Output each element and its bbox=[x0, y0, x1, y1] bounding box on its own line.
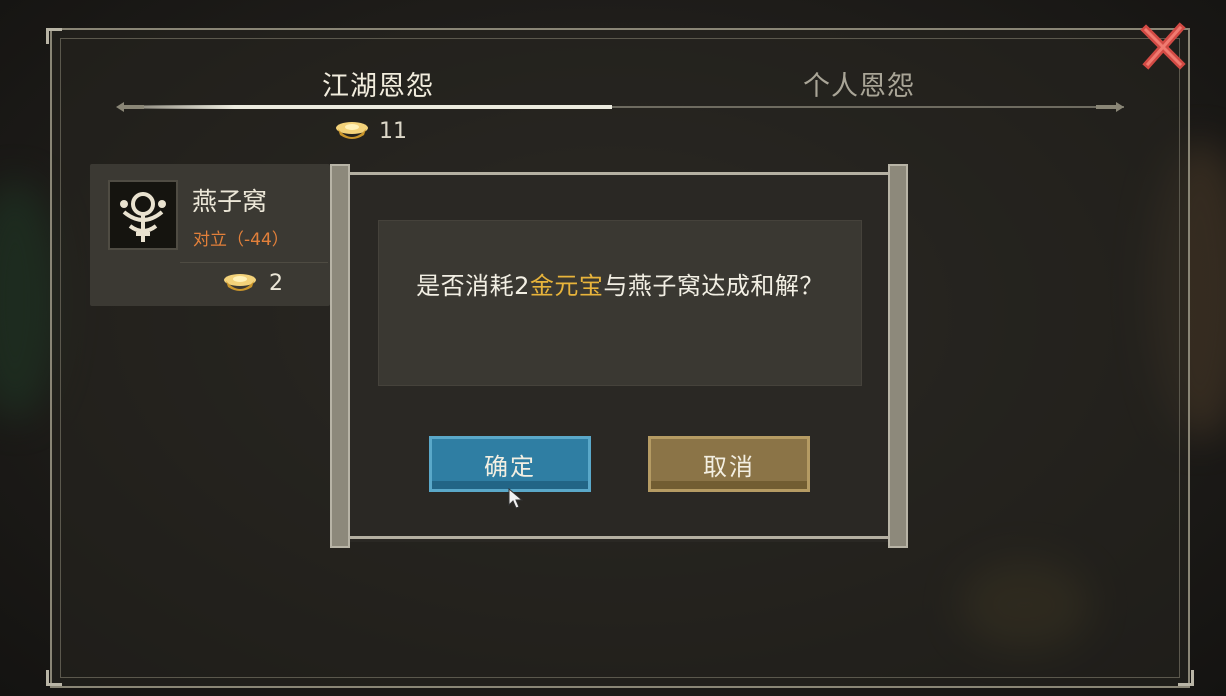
dialog-top-border bbox=[348, 172, 890, 175]
tab-personal-grudges[interactable]: 个人恩怨 bbox=[803, 64, 915, 103]
reconcile-cost: 2 bbox=[222, 270, 283, 296]
gold-ingot-icon bbox=[336, 122, 368, 139]
frame-corner bbox=[46, 28, 62, 44]
message-highlight: 金元宝 bbox=[529, 272, 604, 300]
message-text: 是否消耗2 bbox=[416, 272, 530, 300]
message-text-end: 与燕子窝达成和解？ bbox=[603, 272, 824, 300]
frame-corner bbox=[1178, 670, 1194, 686]
emblem-icon bbox=[120, 192, 166, 242]
tab-jianghu-grudges[interactable]: 江湖恩怨 bbox=[322, 64, 434, 103]
dialog-left-pillar bbox=[330, 164, 350, 548]
card-divider bbox=[180, 262, 328, 263]
faction-avatar bbox=[108, 180, 178, 250]
dialog-bottom-border bbox=[348, 536, 890, 539]
divider-ornament-icon bbox=[116, 102, 144, 112]
cost-amount: 2 bbox=[269, 270, 283, 296]
close-icon bbox=[1140, 22, 1186, 70]
faction-name: 燕子窝 bbox=[192, 187, 268, 216]
tab-active-indicator bbox=[140, 105, 612, 109]
confirm-button[interactable]: 确定 bbox=[429, 436, 591, 492]
divider-ornament-icon bbox=[1096, 102, 1124, 112]
currency-amount: 11 bbox=[379, 118, 407, 144]
cancel-button[interactable]: 取消 bbox=[648, 436, 810, 492]
relation-status: 对立（-44） bbox=[193, 230, 289, 250]
mouse-cursor-icon bbox=[508, 488, 524, 509]
gold-ingot-icon bbox=[224, 274, 256, 291]
currency-display: 11 bbox=[334, 118, 407, 144]
dialog-right-pillar bbox=[888, 164, 908, 548]
dialog-message: 是否消耗2金元宝与燕子窝达成和解？ bbox=[400, 266, 840, 306]
frame-corner bbox=[46, 670, 62, 686]
close-button[interactable] bbox=[1138, 20, 1190, 72]
